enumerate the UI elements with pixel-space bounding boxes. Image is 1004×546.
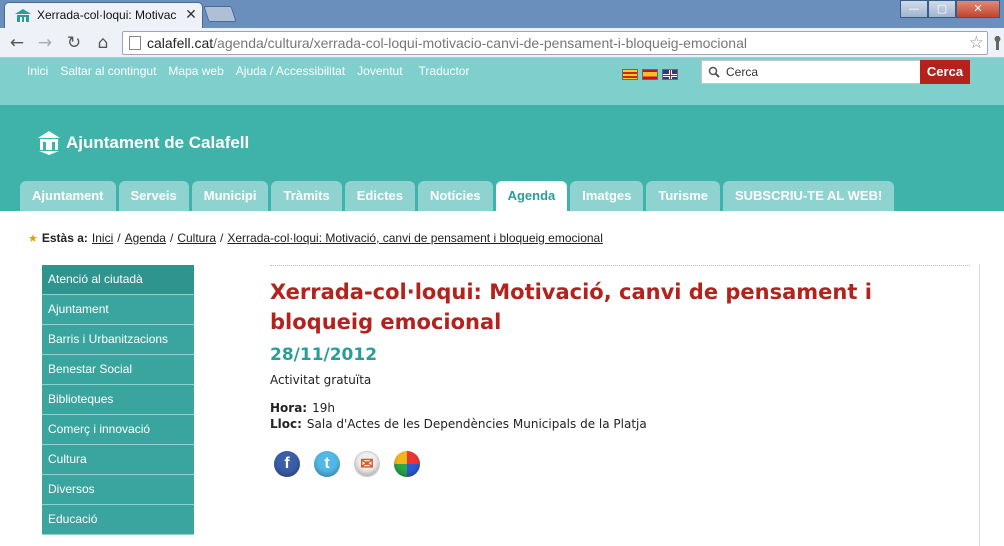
home-icon[interactable]: ⌂ bbox=[92, 32, 114, 54]
link-traductor[interactable]: Traductor bbox=[419, 64, 470, 78]
breadcrumb-agenda[interactable]: Agenda bbox=[125, 231, 166, 245]
search-icon bbox=[708, 66, 720, 78]
tab-serveis[interactable]: Serveis bbox=[118, 181, 189, 211]
gmail-icon[interactable]: ✉ bbox=[354, 451, 380, 477]
back-arrow-icon[interactable]: ← bbox=[6, 32, 28, 54]
search-box bbox=[701, 60, 921, 84]
english-flag-icon[interactable] bbox=[662, 69, 678, 80]
place-value: Sala d'Actes de les Dependències Municip… bbox=[306, 417, 647, 431]
sidebar-item-comerc[interactable]: Comerç i innovació bbox=[42, 415, 194, 445]
time-value: 19h bbox=[312, 401, 335, 415]
browser-tab[interactable]: Xerrada-col·loqui: Motivac ✕ bbox=[4, 2, 203, 28]
sidebar-item-ajuntament[interactable]: Ajuntament bbox=[42, 295, 194, 325]
event-date: 28/11/2012 bbox=[270, 345, 378, 365]
tab-municipi[interactable]: Municipi bbox=[191, 181, 269, 211]
url-text: calafell.cat/agenda/cultura/xerrada-col-… bbox=[147, 35, 747, 51]
tab-agenda[interactable]: Agenda bbox=[495, 181, 568, 211]
main-navigation: Ajuntament Serveis Municipi Tràmits Edic… bbox=[20, 181, 897, 211]
bookmark-star-icon[interactable]: ☆ bbox=[969, 33, 984, 53]
window-controls: — ▢ ✕ bbox=[900, 0, 1000, 20]
site-logo[interactable]: Ajuntament de Calafell bbox=[38, 131, 249, 155]
tab-ajuntament[interactable]: Ajuntament bbox=[20, 181, 116, 211]
event-time: Hora: 19h bbox=[270, 401, 335, 415]
sidebar-item-diversos[interactable]: Diversos bbox=[42, 475, 194, 505]
link-mapa-web[interactable]: Mapa web bbox=[168, 64, 223, 78]
breadcrumb-current[interactable]: Xerrada-col·loqui: Motivació, canvi de p… bbox=[227, 231, 603, 245]
minimize-button[interactable]: — bbox=[900, 0, 928, 18]
site-header: Inici Saltar al contingut Mapa web Ajuda… bbox=[0, 58, 1004, 211]
link-inici[interactable]: Inici bbox=[27, 64, 48, 78]
divider bbox=[270, 265, 970, 266]
tab-imatges[interactable]: Imatges bbox=[570, 181, 644, 211]
utility-bar: Inici Saltar al contingut Mapa web Ajuda… bbox=[0, 58, 1004, 105]
wrench-icon[interactable] bbox=[994, 36, 1004, 50]
utility-links: Inici Saltar al contingut Mapa web Ajuda… bbox=[27, 64, 481, 78]
sidebar-item-benestar[interactable]: Benestar Social bbox=[42, 355, 194, 385]
tab-subscriu[interactable]: SUBSCRIU-TE AL WEB! bbox=[722, 181, 895, 211]
language-selector bbox=[622, 69, 678, 80]
tab-tramits[interactable]: Tràmits bbox=[271, 181, 342, 211]
event-price: Activitat gratuïta bbox=[270, 373, 372, 387]
forward-arrow-icon[interactable]: → bbox=[34, 32, 56, 54]
maximize-button[interactable]: ▢ bbox=[928, 0, 956, 18]
place-label: Lloc: bbox=[270, 417, 302, 431]
link-saltar-contingut[interactable]: Saltar al contingut bbox=[60, 64, 156, 78]
social-share: f t ✉ bbox=[274, 451, 420, 477]
sidebar-item-biblioteques[interactable]: Biblioteques bbox=[42, 385, 194, 415]
spanish-flag-icon[interactable] bbox=[642, 69, 658, 80]
sidebar-item-educacio[interactable]: Educació bbox=[42, 505, 194, 535]
web-page: Inici Saltar al contingut Mapa web Ajuda… bbox=[0, 58, 1004, 546]
catalan-flag-icon[interactable] bbox=[622, 69, 638, 80]
link-ajuda[interactable]: Ajuda / Accessibilitat bbox=[236, 64, 345, 78]
facebook-icon[interactable]: f bbox=[274, 451, 300, 477]
sidebar-item-barris[interactable]: Barris i Urbanitzacions bbox=[42, 325, 194, 355]
tab-noticies[interactable]: Notícies bbox=[417, 181, 493, 211]
site-name: Ajuntament de Calafell bbox=[66, 133, 250, 152]
calafell-favicon-icon bbox=[15, 9, 31, 22]
calafell-emblem-icon bbox=[38, 131, 60, 155]
sidebar-menu: Atenció al ciutadà Ajuntament Barris i U… bbox=[42, 265, 194, 535]
tab-turisme[interactable]: Turisme bbox=[646, 181, 720, 211]
star-icon: ★ bbox=[28, 233, 38, 245]
tab-edictes[interactable]: Edictes bbox=[344, 181, 415, 211]
browser-toolbar: ← → ↻ ⌂ calafell.cat/agenda/cultura/xerr… bbox=[0, 28, 1004, 58]
google-buzz-icon[interactable] bbox=[394, 451, 420, 477]
breadcrumb-inici[interactable]: Inici bbox=[92, 231, 113, 245]
reload-icon[interactable]: ↻ bbox=[63, 32, 85, 54]
link-joventut[interactable]: Joventut bbox=[357, 64, 402, 78]
browser-titlebar: Xerrada-col·loqui: Motivac ✕ — ▢ ✕ bbox=[0, 0, 1004, 28]
twitter-icon[interactable]: t bbox=[314, 451, 340, 477]
tab-close-icon[interactable]: ✕ bbox=[183, 7, 199, 23]
breadcrumb: ★ Estàs a: Inici / Agenda / Cultura / Xerrada-co… bbox=[28, 231, 603, 245]
time-label: Hora: bbox=[270, 401, 308, 415]
tab-title: Xerrada-col·loqui: Motivac bbox=[37, 8, 177, 22]
search-button[interactable]: Cerca bbox=[920, 60, 970, 84]
sidebar-item-atencio[interactable]: Atenció al ciutadà bbox=[42, 265, 194, 295]
page-icon bbox=[129, 36, 141, 50]
address-bar[interactable]: calafell.cat/agenda/cultura/xerrada-col-… bbox=[122, 31, 988, 55]
search-input[interactable] bbox=[726, 61, 916, 83]
event-title: Xerrada-col·loqui: Motivació, canvi de p… bbox=[270, 280, 872, 334]
sidebar-item-cultura[interactable]: Cultura bbox=[42, 445, 194, 475]
new-tab-button[interactable] bbox=[203, 6, 237, 22]
breadcrumb-cultura[interactable]: Cultura bbox=[177, 231, 216, 245]
close-window-button[interactable]: ✕ bbox=[956, 0, 1000, 18]
breadcrumb-label: Estàs a: bbox=[41, 231, 88, 245]
event-place: Lloc: Sala d'Actes de les Dependències Mu… bbox=[270, 417, 647, 431]
